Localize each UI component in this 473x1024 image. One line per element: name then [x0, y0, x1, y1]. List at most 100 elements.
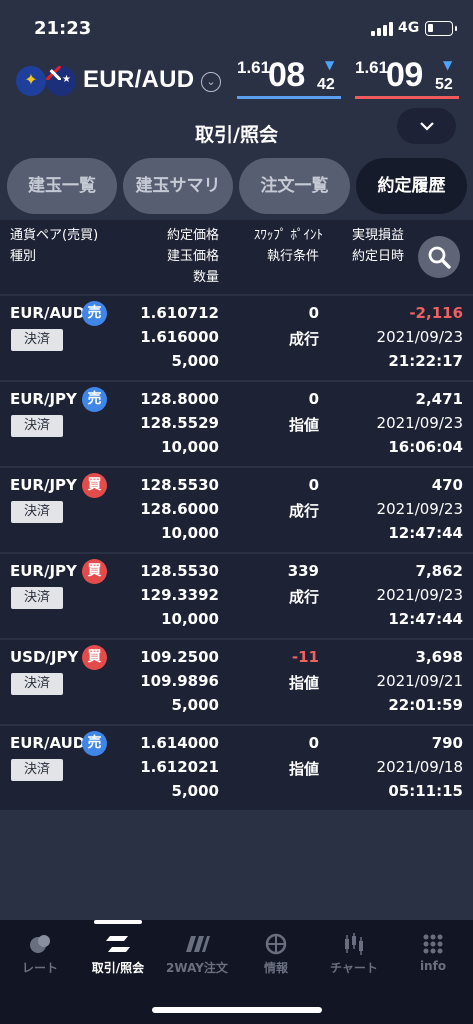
- currency-pair-title[interactable]: EUR/AUD: [83, 66, 194, 94]
- rate-icon: [2, 932, 78, 956]
- table-row[interactable]: USD/JPY 買 決済 109.2500 109.9896 5,000 -11…: [0, 640, 473, 724]
- ask-underline: [355, 96, 459, 99]
- row-pair: EUR/AUD: [10, 734, 86, 752]
- grid-icon: [395, 932, 471, 956]
- table-row[interactable]: EUR/AUD 売 決済 1.610712 1.616000 5,000 0 成…: [0, 296, 473, 380]
- buy-badge: 買: [82, 473, 107, 498]
- row-condition: 成行: [288, 502, 319, 520]
- row-exec-price: 128.5530: [140, 476, 219, 494]
- settlement-badge: 決済: [11, 759, 63, 781]
- status-time: 21:23: [34, 18, 92, 39]
- search-button[interactable]: [418, 236, 460, 278]
- nav-two-way-order[interactable]: 2WAY注文: [159, 920, 235, 990]
- row-time: 21:22:17: [388, 352, 463, 370]
- row-quantity: 5,000: [171, 352, 219, 370]
- table-row[interactable]: EUR/JPY 売 決済 128.8000 128.5529 10,000 0 …: [0, 382, 473, 466]
- table-row[interactable]: EUR/JPY 買 決済 128.5530 129.3392 10,000 33…: [0, 554, 473, 638]
- row-swap: 0: [308, 304, 319, 322]
- header-quantity: 数量: [192, 270, 219, 285]
- settlement-badge: 決済: [11, 415, 63, 437]
- row-position-price: 1.616000: [140, 328, 219, 346]
- row-condition: 成行: [288, 330, 319, 348]
- row-pnl: 790: [431, 734, 463, 752]
- buy-badge: 買: [82, 645, 107, 670]
- row-position-price: 109.9896: [140, 672, 219, 690]
- nav-label: 情報: [263, 961, 288, 975]
- tab-position-summary[interactable]: 建玉サマリ: [123, 158, 233, 214]
- row-time: 22:01:59: [388, 696, 463, 714]
- nav-more-info[interactable]: info: [395, 920, 471, 990]
- row-date: 2021/09/23: [376, 586, 463, 604]
- tab-orders[interactable]: 注文一覧: [239, 158, 350, 214]
- bid-quote[interactable]: 1.61 08 42 ▼: [237, 56, 341, 100]
- nav-label: レート: [21, 961, 58, 975]
- row-pnl: 7,862: [415, 562, 463, 580]
- row-exec-price: 1.614000: [140, 734, 219, 752]
- row-time: 16:06:04: [388, 438, 463, 456]
- row-swap: 0: [308, 390, 319, 408]
- chevron-down-icon[interactable]: ⌄: [201, 72, 221, 92]
- two-way-icon: [159, 932, 235, 956]
- row-condition: 指値: [288, 416, 319, 434]
- row-condition: 指値: [288, 760, 319, 778]
- row-swap: 0: [308, 476, 319, 494]
- bid-underline: [237, 96, 341, 99]
- header-type: 種別: [10, 249, 37, 264]
- info-globe-icon: [238, 932, 314, 956]
- nav-label: 取引/照会: [91, 961, 145, 975]
- list-header: 通貨ペア(売買) 種別 約定価格 建玉価格 数量 ｽﾜｯﾌﾟ ﾎﾟｲﾝﾄ 執行条…: [0, 220, 473, 294]
- ask-prefix: 1.61: [355, 58, 389, 77]
- expand-button[interactable]: [397, 108, 456, 144]
- row-pnl: 2,471: [415, 390, 463, 408]
- header-pair: 通貨ペア(売買): [10, 228, 99, 243]
- row-quantity: 10,000: [161, 524, 219, 542]
- table-row[interactable]: EUR/JPY 買 決済 128.5530 128.6000 10,000 0 …: [0, 468, 473, 552]
- tab-positions[interactable]: 建玉一覧: [7, 158, 117, 214]
- row-quantity: 10,000: [161, 610, 219, 628]
- row-time: 05:11:15: [388, 782, 463, 800]
- nav-trade[interactable]: 取引/照会: [80, 920, 156, 990]
- header-exec-datetime: 約定日時: [352, 249, 405, 264]
- header-position-price: 建玉価格: [166, 249, 219, 264]
- row-pnl: -2,116: [409, 304, 463, 322]
- chevron-down-icon: [397, 112, 456, 140]
- table-row[interactable]: EUR/AUD 売 決済 1.614000 1.612021 5,000 0 指…: [0, 726, 473, 810]
- ask-quote[interactable]: 1.61 09 52 ▼: [355, 56, 459, 100]
- tab-execution-history[interactable]: 約定履歴: [356, 158, 467, 214]
- sell-badge: 売: [82, 731, 107, 756]
- down-arrow-icon: ▼: [443, 58, 453, 72]
- row-position-price: 128.5529: [140, 414, 219, 432]
- bid-prefix: 1.61: [237, 58, 271, 77]
- row-date: 2021/09/21: [376, 672, 463, 690]
- row-condition: 指値: [288, 674, 319, 692]
- nav-label: 2WAY注文: [166, 961, 228, 975]
- row-time: 12:47:44: [388, 610, 463, 628]
- row-date: 2021/09/23: [376, 500, 463, 518]
- au-flag-icon: [46, 66, 76, 96]
- bid-pip: 42: [317, 76, 335, 93]
- header-exec-price: 約定価格: [166, 228, 219, 243]
- nav-rate[interactable]: レート: [2, 920, 78, 990]
- nav-label: チャート: [330, 961, 378, 975]
- row-pair: EUR/AUD: [10, 304, 86, 322]
- row-date: 2021/09/23: [376, 414, 463, 432]
- battery-icon: [425, 21, 457, 36]
- down-arrow-icon: ▼: [325, 58, 335, 72]
- ask-big: 09: [386, 56, 423, 94]
- eu-flag-icon: [16, 66, 46, 96]
- home-indicator[interactable]: [152, 1007, 322, 1013]
- row-time: 12:47:44: [388, 524, 463, 542]
- row-quantity: 5,000: [171, 782, 219, 800]
- search-icon: [428, 246, 451, 269]
- row-position-price: 1.612021: [140, 758, 219, 776]
- sell-badge: 売: [82, 301, 107, 326]
- settlement-badge: 決済: [11, 501, 63, 523]
- row-swap: 339: [287, 562, 319, 580]
- nav-chart[interactable]: チャート: [316, 920, 392, 990]
- row-pair: EUR/JPY: [10, 390, 77, 408]
- row-exec-price: 109.2500: [140, 648, 219, 666]
- currency-flags[interactable]: [16, 66, 78, 98]
- nav-info[interactable]: 情報: [238, 920, 314, 990]
- row-pnl: 470: [431, 476, 463, 494]
- sell-badge: 売: [82, 387, 107, 412]
